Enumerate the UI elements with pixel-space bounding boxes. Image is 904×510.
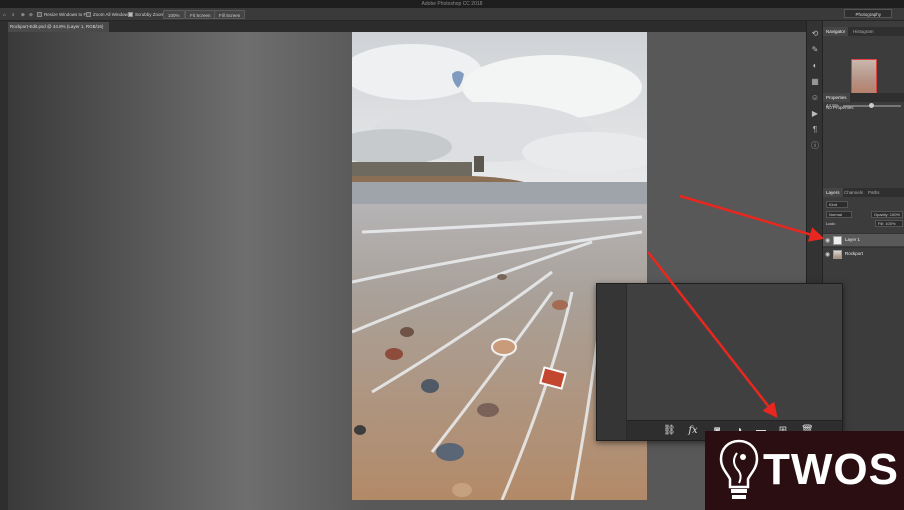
document-tab[interactable]: Rockport-Edit.psd @ 44.8% (Layer 1, RGB/… [4, 22, 110, 32]
lock-label: Lock: [826, 221, 836, 226]
properties-tabs: Properties [823, 93, 904, 102]
fill-screen-button[interactable]: Fill Screen [214, 10, 246, 19]
window-title: Adobe Photoshop CC 2018 [421, 1, 483, 7]
blend-mode-select[interactable]: Normal [826, 211, 852, 218]
zoom-callout-left-strip [597, 284, 627, 440]
twos-logo: TWOS [705, 431, 904, 510]
tab-channels[interactable]: Channels [841, 188, 866, 197]
fx-icon[interactable]: fx [687, 425, 699, 437]
resize-windows-checkbox[interactable]: Resize Windows to Fit [37, 10, 89, 19]
zoom-tool-icon[interactable]: ⌕ [12, 10, 15, 19]
layer-row-layer-1[interactable]: ◉ Layer 1 [823, 233, 904, 246]
visibility-eye-icon[interactable]: ◉ [825, 237, 830, 244]
lightbulb-icon [719, 439, 759, 499]
document-tab-bar: Rockport-Edit.psd @ 44.8% (Layer 1, RGB/… [0, 21, 808, 32]
fill-field[interactable]: Fill: 100% [875, 220, 903, 227]
layers-tabs: Layers Channels Paths [823, 188, 904, 197]
zoom-100-button[interactable]: 100% [163, 10, 185, 19]
options-bar: ⌂ ⌕ ⊕ ⊖ Resize Windows to Fit Zoom All W… [0, 8, 904, 21]
text-icon[interactable]: ¶ [810, 125, 820, 135]
fit-screen-button[interactable]: Fit Screen [185, 10, 216, 19]
tab-properties[interactable]: Properties [823, 93, 850, 102]
layer-thumbnail [833, 236, 842, 245]
layer-filter-kind[interactable]: Kind [826, 201, 848, 208]
tab-histogram[interactable]: Histogram [850, 27, 877, 36]
swatches-icon[interactable]: ▦ [810, 77, 820, 87]
opacity-field[interactable]: Opacity: 100% [871, 211, 903, 218]
people-icon[interactable]: ☺ [810, 93, 820, 103]
layer-row-rockport[interactable]: ◉ Rockport [823, 247, 904, 260]
play-icon[interactable]: ▶ [810, 109, 820, 119]
workspace-select[interactable]: Photography [844, 9, 892, 18]
twos-brand-text: TWOS [763, 445, 899, 494]
no-properties-text: No Properties [826, 105, 854, 110]
history-icon[interactable]: ⟲ [810, 29, 820, 39]
layer-thumbnail [833, 250, 842, 259]
info-icon[interactable]: ⓘ [810, 141, 820, 151]
tools-panel [0, 21, 8, 510]
zoomed-layers-footer-callout: ⛓ fx ◙ ◑ ▬ ⊞ 🗑 [596, 283, 843, 441]
zoom-in-icon[interactable]: ⊕ [21, 10, 25, 19]
zoom-all-windows-label: Zoom All Windows [93, 12, 131, 17]
zoom-out-icon[interactable]: ⊖ [29, 10, 33, 19]
resize-windows-label: Resize Windows to Fit [44, 12, 89, 17]
scrubby-zoom-checkbox[interactable]: Scrubby Zoom [128, 10, 164, 19]
scrubby-zoom-label: Scrubby Zoom [135, 12, 165, 17]
visibility-eye-icon[interactable]: ◉ [825, 251, 830, 258]
navigator-tabs: Navigator Histogram [823, 27, 904, 36]
tab-navigator[interactable]: Navigator [823, 27, 849, 36]
link-icon[interactable]: ⛓ [663, 425, 676, 437]
home-icon[interactable]: ⌂ [3, 10, 6, 19]
layer-name: Layer 1 [845, 237, 861, 242]
navigator-slider-knob[interactable] [869, 103, 874, 108]
zoom-all-windows-checkbox[interactable]: Zoom All Windows [86, 10, 130, 19]
layer-name: Rockport [845, 251, 864, 256]
tab-layers[interactable]: Layers [823, 188, 843, 197]
photoshop-window: Adobe Photoshop CC 2018 ⌂ ⌕ ⊕ ⊖ Resize W… [0, 0, 904, 510]
tab-paths[interactable]: Paths [865, 188, 883, 197]
title-bar: Adobe Photoshop CC 2018 [0, 0, 904, 8]
brush-icon[interactable]: ✎ [810, 45, 820, 55]
adjustments-icon[interactable]: ◐ [810, 61, 820, 71]
